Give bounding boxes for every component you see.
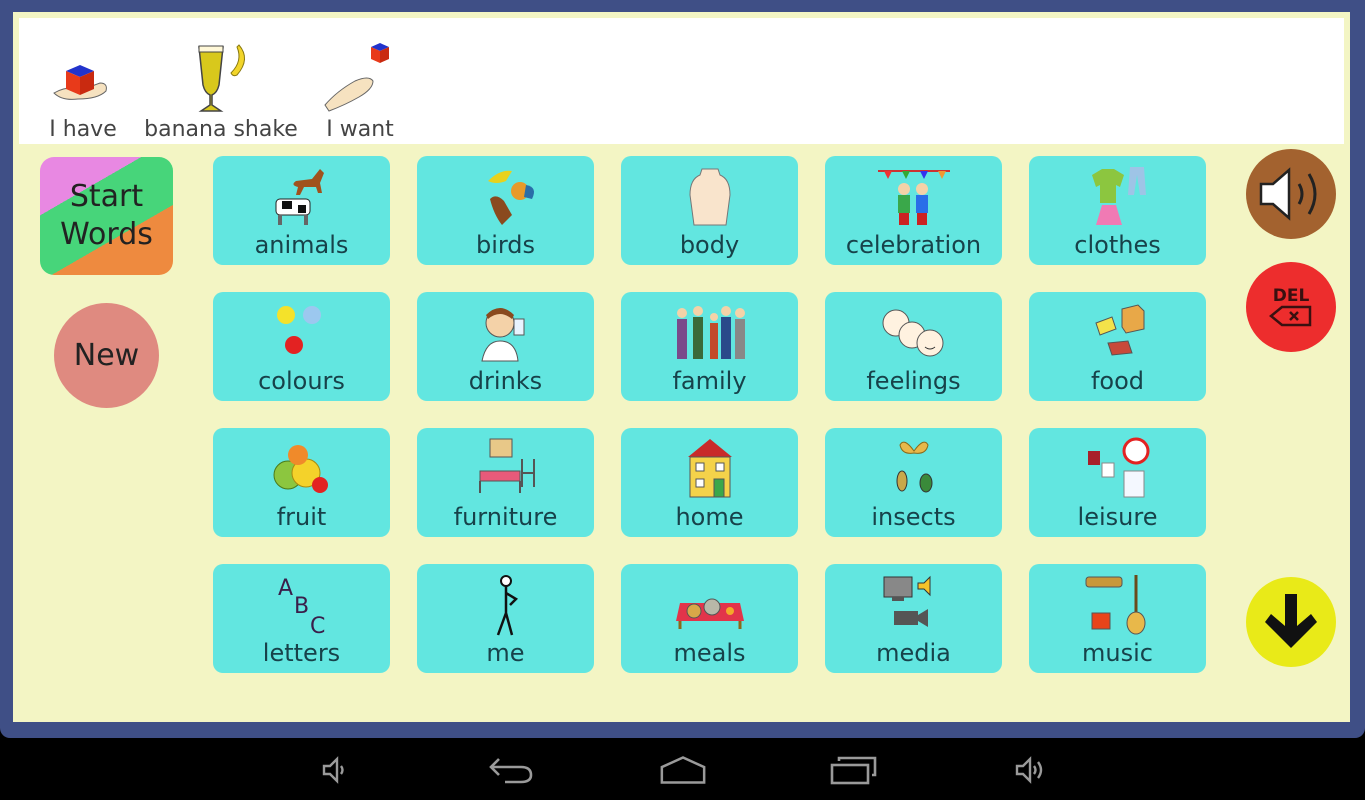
paint-splats-icon [262, 301, 342, 365]
tile-label: clothes [1074, 231, 1161, 259]
tile-label: media [876, 639, 951, 667]
back-icon[interactable] [487, 750, 537, 790]
app-frame: I have banana shake I want Start Words N… [0, 0, 1365, 738]
word-label: I have [49, 117, 117, 142]
fruit-bowl-icon [262, 437, 342, 501]
speaker-icon [1259, 167, 1317, 221]
sentence-word[interactable]: banana shake [141, 32, 301, 144]
instruments-icon [1078, 573, 1158, 637]
tv-camera-icon [874, 573, 954, 637]
category-tile-meals[interactable]: meals [621, 564, 798, 673]
svg-text:A: A [278, 576, 293, 601]
sentence-word[interactable]: I want [305, 32, 415, 144]
category-tile-me[interactable]: me [417, 564, 594, 673]
tile-label: body [679, 231, 740, 259]
category-tile-food[interactable]: food [1029, 292, 1206, 401]
system-nav-bar [0, 738, 1365, 800]
tile-label: meals [673, 639, 746, 667]
category-tile-clothes[interactable]: clothes [1029, 156, 1206, 265]
furniture-icon [466, 437, 546, 501]
word-label: I want [326, 117, 394, 142]
tile-label: birds [475, 231, 536, 259]
category-tile-birds[interactable]: birds [417, 156, 594, 265]
scroll-down-button[interactable] [1246, 577, 1336, 667]
category-tile-media[interactable]: media [825, 564, 1002, 673]
category-tile-insects[interactable]: insects [825, 428, 1002, 537]
tile-label: insects [871, 503, 956, 531]
insects-icon [874, 437, 954, 501]
volume-up-icon[interactable] [1005, 750, 1055, 790]
stick-figure-icon [466, 573, 546, 637]
volume-down-icon[interactable] [310, 750, 360, 790]
tile-label: feelings [866, 367, 961, 395]
category-tile-celebration[interactable]: celebration [825, 156, 1002, 265]
sentence-bar[interactable]: I have banana shake I want [19, 18, 1344, 144]
meal-table-icon [670, 573, 750, 637]
hand-reaching-cube-icon [300, 41, 420, 116]
tile-label: family [672, 367, 747, 395]
app-window: I have banana shake I want Start Words N… [13, 12, 1350, 722]
person-drinking-icon [466, 301, 546, 365]
tile-label: letters [262, 639, 341, 667]
leisure-icon [1078, 437, 1158, 501]
new-button[interactable]: New [54, 303, 159, 408]
food-items-icon [1078, 301, 1158, 365]
recent-apps-icon[interactable] [829, 750, 879, 790]
tile-label: fruit [276, 503, 327, 531]
category-tile-letters[interactable]: A B Cletters [213, 564, 390, 673]
category-tile-feelings[interactable]: feelings [825, 292, 1002, 401]
tile-label: celebration [845, 231, 982, 259]
category-tile-animals[interactable]: animals [213, 156, 390, 265]
svg-text:B: B [294, 594, 309, 619]
category-tile-fruit[interactable]: fruit [213, 428, 390, 537]
tile-label: drinks [468, 367, 543, 395]
category-tile-furniture[interactable]: furniture [417, 428, 594, 537]
tile-label: food [1090, 367, 1145, 395]
faces-icon [874, 301, 954, 365]
tile-label: home [675, 503, 744, 531]
sentence-word[interactable]: I have [23, 32, 143, 144]
delete-button[interactable]: DEL [1246, 262, 1336, 352]
svg-text:C: C [310, 614, 325, 637]
tile-label: music [1082, 639, 1153, 667]
family-group-icon [670, 301, 750, 365]
arrow-down-icon [1265, 594, 1317, 648]
tile-label: leisure [1077, 503, 1158, 531]
category-grid: animals birds body celebration clothes colour… [213, 156, 1206, 673]
category-tile-music[interactable]: music [1029, 564, 1206, 673]
milkshake-banana-icon [161, 41, 281, 116]
category-tile-home[interactable]: home [621, 428, 798, 537]
clothes-icon [1078, 165, 1158, 229]
birds-icon [466, 165, 546, 229]
category-tile-family[interactable]: family [621, 292, 798, 401]
backspace-icon [1269, 305, 1312, 327]
category-tile-colours[interactable]: colours [213, 292, 390, 401]
home-icon[interactable] [658, 750, 708, 790]
speak-button[interactable] [1246, 149, 1336, 239]
category-tile-drinks[interactable]: drinks [417, 292, 594, 401]
party-people-icon [874, 165, 954, 229]
house-icon [670, 437, 750, 501]
tile-label: animals [254, 231, 349, 259]
tile-label: furniture [453, 503, 558, 531]
abc-letters-icon: ABC [262, 573, 342, 637]
start-words-button[interactable]: Start Words [40, 157, 173, 275]
horse-cow-icon [262, 165, 342, 229]
tile-label: me [486, 639, 525, 667]
tile-label: colours [258, 367, 345, 395]
word-label: banana shake [144, 117, 298, 142]
category-tile-body[interactable]: body [621, 156, 798, 265]
hand-holding-cube-icon [23, 41, 143, 116]
category-tile-leisure[interactable]: leisure [1029, 428, 1206, 537]
torso-icon [670, 165, 750, 229]
